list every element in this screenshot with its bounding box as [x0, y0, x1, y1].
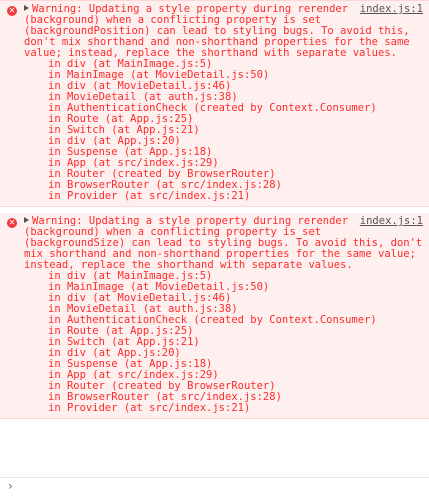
devtools-console: ✕ index.js:1 Warning: Updating a style p…	[0, 0, 429, 499]
error-icon: ✕	[7, 218, 17, 228]
expand-triangle-icon[interactable]	[24, 217, 29, 223]
error-icon: ✕	[7, 6, 17, 16]
stack-line: in Provider (at src/index.js:21)	[48, 402, 251, 414]
console-prompt[interactable]: ›	[0, 477, 429, 498]
expand-triangle-icon[interactable]	[24, 5, 29, 11]
prompt-chevron-icon: ›	[8, 479, 13, 493]
console-error-entry[interactable]: ✕ index.js:1 Warning: Updating a style p…	[0, 213, 429, 419]
error-message-text: Warning: Updating a style property durin…	[24, 3, 416, 59]
source-link[interactable]: index.js:1	[360, 216, 423, 227]
component-stack: in div (at MainImage.js:5) in MainImage …	[24, 59, 423, 202]
source-link[interactable]: index.js:1	[360, 4, 423, 15]
component-stack: in div (at MainImage.js:5) in MainImage …	[24, 271, 423, 414]
console-error-entry[interactable]: ✕ index.js:1 Warning: Updating a style p…	[0, 0, 429, 207]
stack-line: in Provider (at src/index.js:21)	[48, 190, 251, 202]
